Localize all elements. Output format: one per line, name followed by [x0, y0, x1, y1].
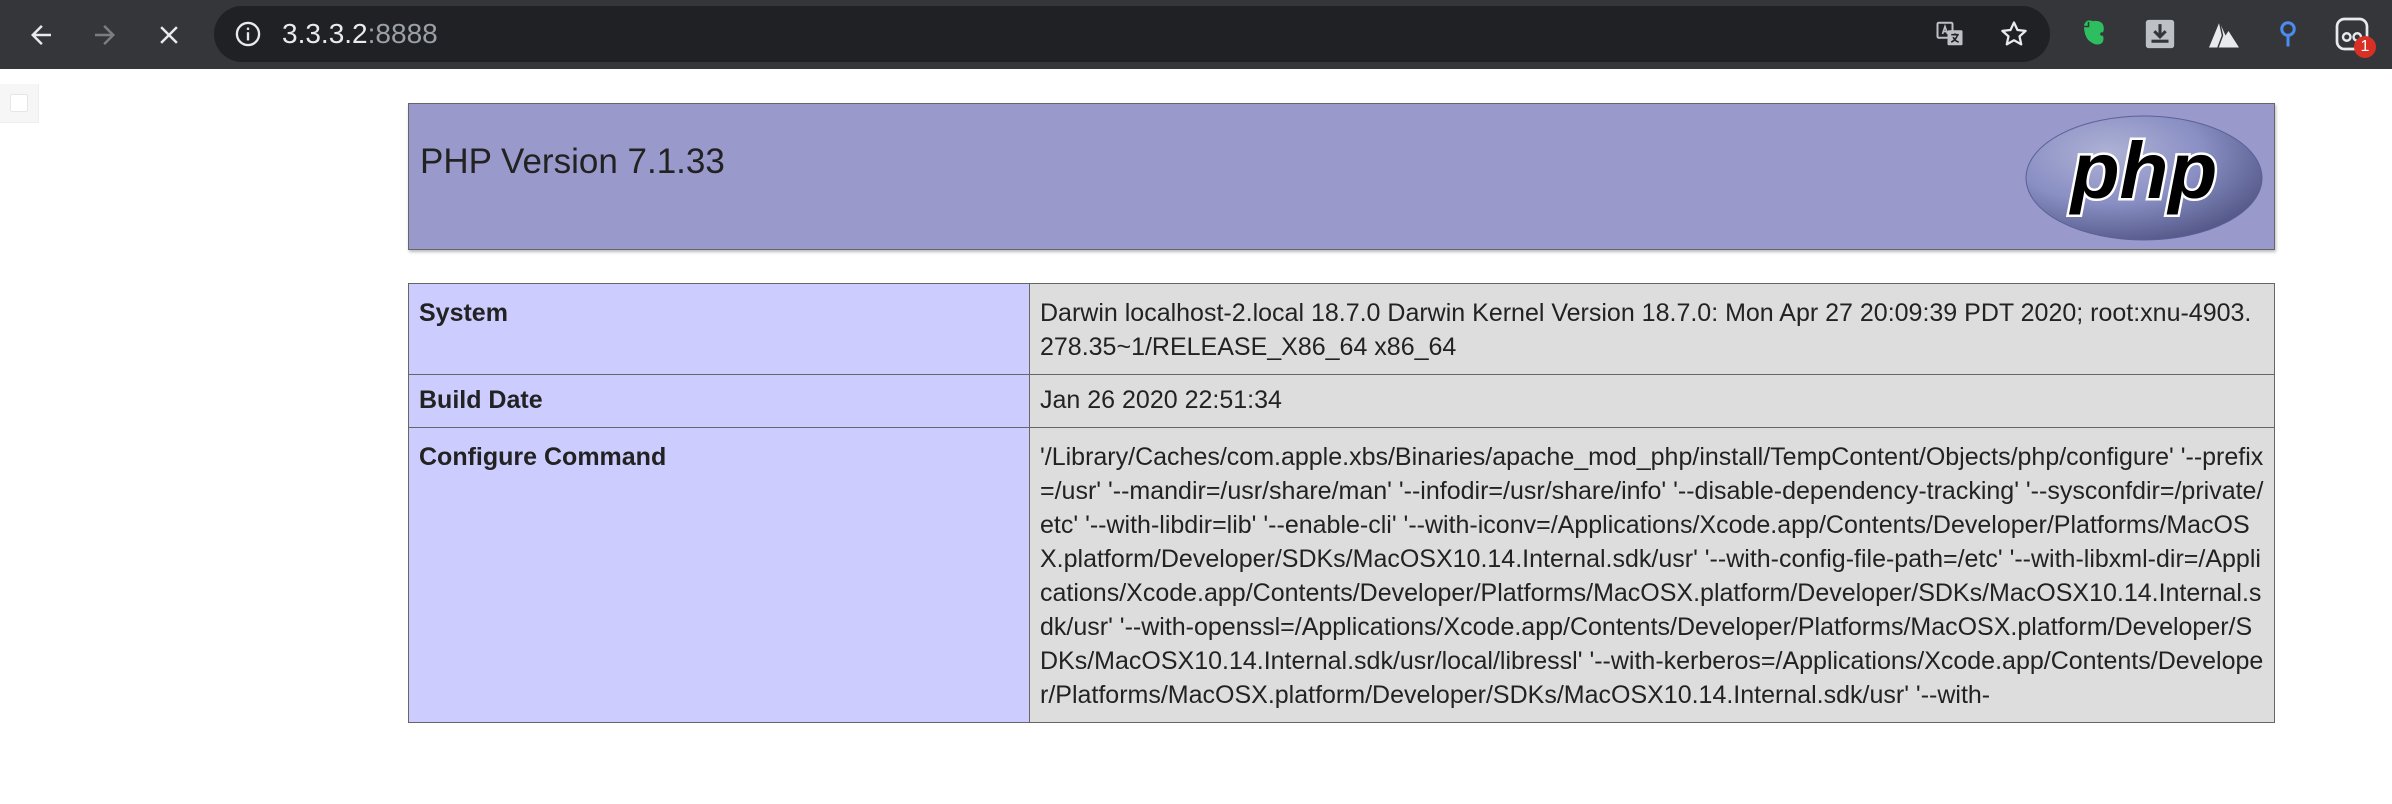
- evernote-extension-button[interactable]: [2076, 14, 2116, 54]
- address-bar[interactable]: 3.3.3.2:8888: [214, 6, 2050, 62]
- location-pin-extension-button[interactable]: [2268, 14, 2308, 54]
- mountain-extension-button[interactable]: [2204, 14, 2244, 54]
- row-label-build-date: Build Date: [408, 374, 1030, 428]
- table-row: Build Date Jan 26 2020 22:51:34: [408, 374, 2275, 428]
- page-title: PHP Version 7.1.33: [420, 142, 725, 181]
- row-value-configure-command: '/Library/Caches/com.apple.xbs/Binaries/…: [1029, 427, 2275, 723]
- forward-button[interactable]: [78, 8, 132, 62]
- star-outline-icon: [2001, 21, 2027, 46]
- map-pin-icon: [2280, 21, 2296, 47]
- translate-button[interactable]: [1934, 18, 1966, 50]
- translate-icon: [1936, 21, 1963, 46]
- table-row: System Darwin localhost-2.local 18.7.0 D…: [408, 283, 2275, 375]
- mountain-icon: [2209, 21, 2239, 48]
- url-port: :8888: [367, 18, 438, 49]
- info-icon[interactable]: [234, 20, 262, 48]
- url-text[interactable]: 3.3.3.2:8888: [282, 6, 438, 62]
- url-host: 3.3.3.2: [282, 18, 368, 49]
- page-corner-widget[interactable]: [0, 84, 39, 123]
- row-value-system: Darwin localhost-2.local 18.7.0 Darwin K…: [1029, 283, 2275, 375]
- download-box-icon: [2145, 19, 2175, 49]
- download-extension-button[interactable]: [2140, 14, 2180, 54]
- row-label-system: System: [408, 283, 1030, 375]
- extension-badge-count: 1: [2354, 36, 2376, 58]
- table-row: Configure Command '/Library/Caches/com.a…: [408, 427, 2275, 723]
- square-icon: [10, 94, 28, 112]
- stop-loading-button[interactable]: [142, 8, 196, 62]
- php-version-header: PHP Version 7.1.33 php php: [408, 103, 2275, 250]
- bookmark-star-button[interactable]: [1998, 18, 2030, 50]
- php-logo-text: php: [2069, 126, 2218, 215]
- row-label-configure-command: Configure Command: [408, 427, 1030, 723]
- arrow-right-icon: [95, 25, 115, 45]
- back-button[interactable]: [14, 8, 68, 62]
- profile-extension-button[interactable]: 1: [2332, 14, 2376, 58]
- php-info-table: System Darwin localhost-2.local 18.7.0 D…: [408, 283, 2275, 723]
- close-icon: [160, 26, 178, 44]
- row-value-build-date: Jan 26 2020 22:51:34: [1029, 374, 2275, 428]
- browser-toolbar: 3.3.3.2:8888 1: [0, 0, 2392, 69]
- evernote-elephant-icon: [2084, 20, 2104, 45]
- php-logo-icon[interactable]: php php: [2024, 114, 2264, 242]
- arrow-left-icon: [31, 25, 51, 45]
